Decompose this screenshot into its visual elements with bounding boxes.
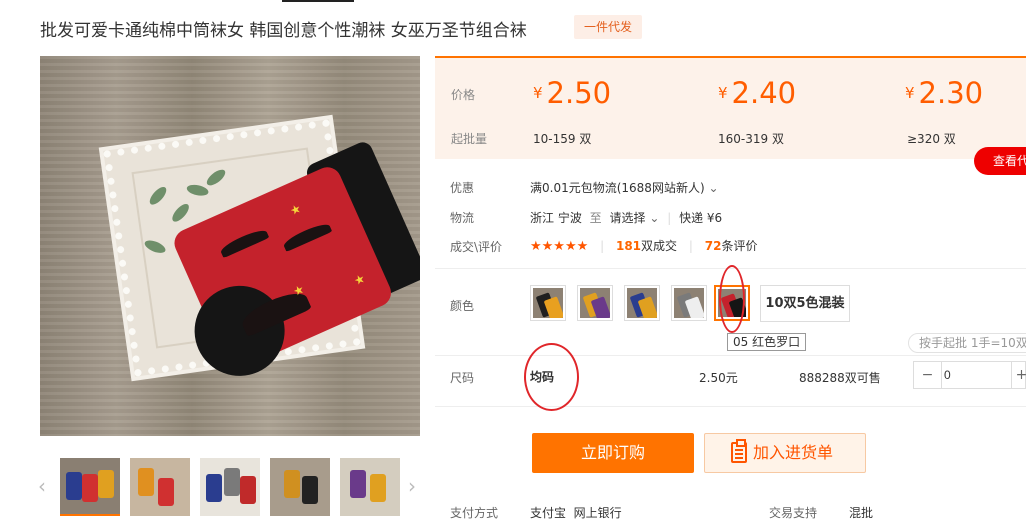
chevron-down-icon: ⌄ — [708, 181, 719, 195]
tier-2-range: 160-319 双 — [718, 132, 784, 146]
support-value: 混批 — [849, 506, 874, 520]
deal-info: ★★★★★ | 181双成交 | 72条评价 — [530, 239, 758, 254]
tier-1-range: 10-159 双 — [533, 132, 592, 146]
rating-stars: ★★★★★ — [530, 239, 589, 254]
price-tier-1: ¥2.50 — [533, 76, 612, 110]
main-product-image[interactable]: ★ ★ ★ — [40, 56, 420, 436]
size-stock: 888288双可售 — [799, 371, 881, 385]
color-swatch-4[interactable] — [671, 285, 707, 321]
dropship-badge[interactable]: 一件代发 — [574, 15, 642, 39]
color-swatch-3[interactable] — [624, 285, 660, 321]
product-title: 批发可爱卡通纯棉中筒袜女 韩国创意个性潮袜 女巫万圣节组合袜 — [40, 21, 527, 41]
promo-label: 优惠 — [450, 181, 475, 195]
deal-count[interactable]: 181 — [616, 239, 641, 253]
annotation-circle — [524, 343, 579, 411]
color-swatch-2[interactable] — [577, 285, 613, 321]
divider — [435, 355, 1026, 356]
express-fee: 快递 ¥6 — [679, 211, 723, 225]
annotation-circle — [719, 265, 745, 333]
quantity-input[interactable] — [944, 365, 1004, 385]
view-dropship-button[interactable]: 查看代 — [974, 147, 1026, 175]
price-panel: 价格 起批量 ¥2.50 10-159 双 ¥2.40 160-319 双 ¥2… — [435, 56, 1026, 159]
color-swatch-1[interactable] — [530, 285, 566, 321]
chevron-right-icon[interactable]: › — [408, 474, 416, 498]
clipboard-icon — [731, 439, 747, 463]
review-count[interactable]: 72 — [705, 239, 722, 253]
price-tier-2: ¥2.40 — [718, 76, 797, 110]
chevron-left-icon[interactable]: ‹ — [38, 474, 46, 498]
quantity-stepper: − + — [913, 361, 1026, 389]
price-tier-3: ¥2.30 — [905, 76, 984, 110]
decrease-button[interactable]: − — [914, 362, 942, 388]
top-divider — [282, 0, 354, 2]
thumbnail[interactable] — [340, 458, 400, 516]
color-label: 颜色 — [450, 299, 475, 313]
destination-select[interactable]: 请选择 — [610, 211, 646, 225]
add-to-cart-button[interactable]: 加入进货单 — [704, 433, 866, 473]
price-label: 价格 — [451, 88, 476, 102]
logistics-info: 浙江 宁波 至 请选择 ⌄ | 快递 ¥6 — [530, 211, 723, 225]
size-label: 尺码 — [450, 371, 475, 385]
mix-option-button[interactable]: 10双5色混装 — [760, 285, 850, 322]
min-batch-label: 起批量 — [451, 132, 488, 146]
support-label: 交易支持 — [769, 506, 818, 520]
tier-3-range: ≥320 双 — [907, 132, 956, 146]
batch-tip: 按手起批 1手=10双 — [908, 333, 1026, 353]
deal-label: 成交\评价 — [450, 240, 503, 254]
payment-methods: 支付宝 网上银行 — [530, 506, 622, 520]
product-page: 批发可爱卡通纯棉中筒袜女 韩国创意个性潮袜 女巫万圣节组合袜 一件代发 ★ ★ … — [0, 0, 1026, 529]
origin: 浙江 宁波 — [530, 211, 582, 225]
divider — [435, 406, 1026, 407]
thumbnail[interactable] — [130, 458, 190, 516]
thumbnail[interactable] — [60, 458, 120, 516]
thumbnail[interactable] — [270, 458, 330, 516]
size-price: 2.50元 — [699, 371, 738, 385]
payment-label: 支付方式 — [450, 506, 499, 520]
logistics-label: 物流 — [450, 211, 475, 225]
chevron-down-icon: ⌄ — [649, 211, 660, 225]
increase-button[interactable]: + — [1011, 362, 1026, 388]
promo-dropdown[interactable]: 满0.01元包物流(1688网站新人) ⌄ — [530, 179, 719, 196]
color-tooltip: 05 红色罗口 — [727, 333, 807, 351]
thumbnail[interactable] — [200, 458, 260, 516]
buy-now-button[interactable]: 立即订购 — [532, 433, 694, 473]
